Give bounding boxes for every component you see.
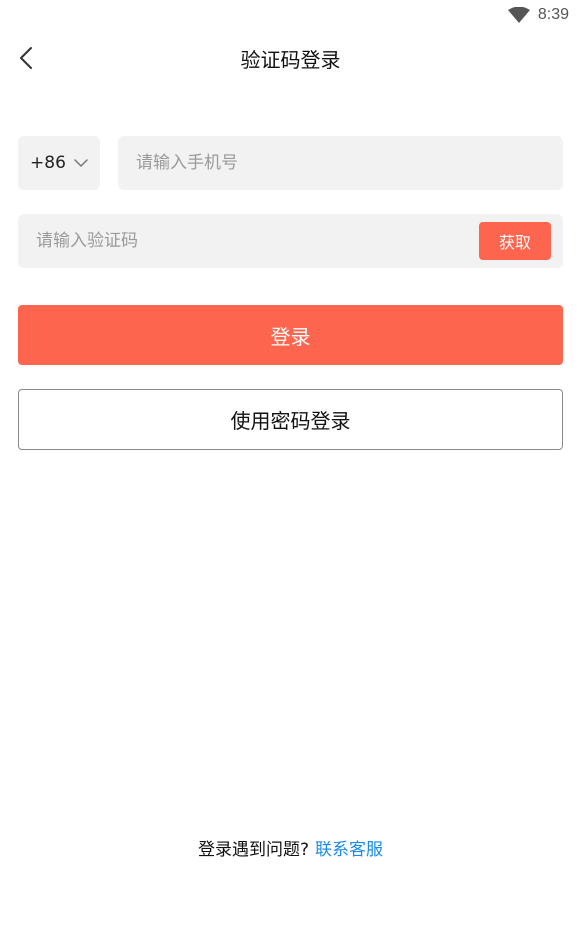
wifi-icon <box>507 7 530 23</box>
country-code-value: +86 <box>30 153 66 173</box>
help-text: 登录遇到问题? <box>197 839 310 860</box>
contact-support-link[interactable]: 联系客服 <box>315 835 383 860</box>
password-login-button[interactable]: 使用密码登录 <box>18 389 563 450</box>
get-code-button[interactable]: 获取 <box>479 222 551 260</box>
nav-bar: 验证码登录 <box>0 36 581 80</box>
status-time: 8:39 <box>537 6 569 23</box>
phone-input[interactable] <box>118 136 563 190</box>
login-button[interactable]: 登录 <box>18 305 563 365</box>
code-row: 获取 <box>18 214 563 268</box>
status-bar: 8:39 <box>0 0 581 30</box>
verification-code-input[interactable] <box>36 214 479 268</box>
page-title: 验证码登录 <box>240 47 341 72</box>
country-code-selector[interactable]: +86 <box>18 136 100 190</box>
back-button[interactable] <box>10 42 42 74</box>
login-screen: 8:39 验证码登录 +86 获取 登录 使用密码登录 登录遇到问题? 联系客服 <box>0 0 581 930</box>
phone-row: +86 <box>18 136 563 190</box>
chevron-left-icon <box>20 47 32 69</box>
help-row: 登录遇到问题? 联系客服 <box>0 834 581 860</box>
chevron-down-icon <box>74 159 88 167</box>
